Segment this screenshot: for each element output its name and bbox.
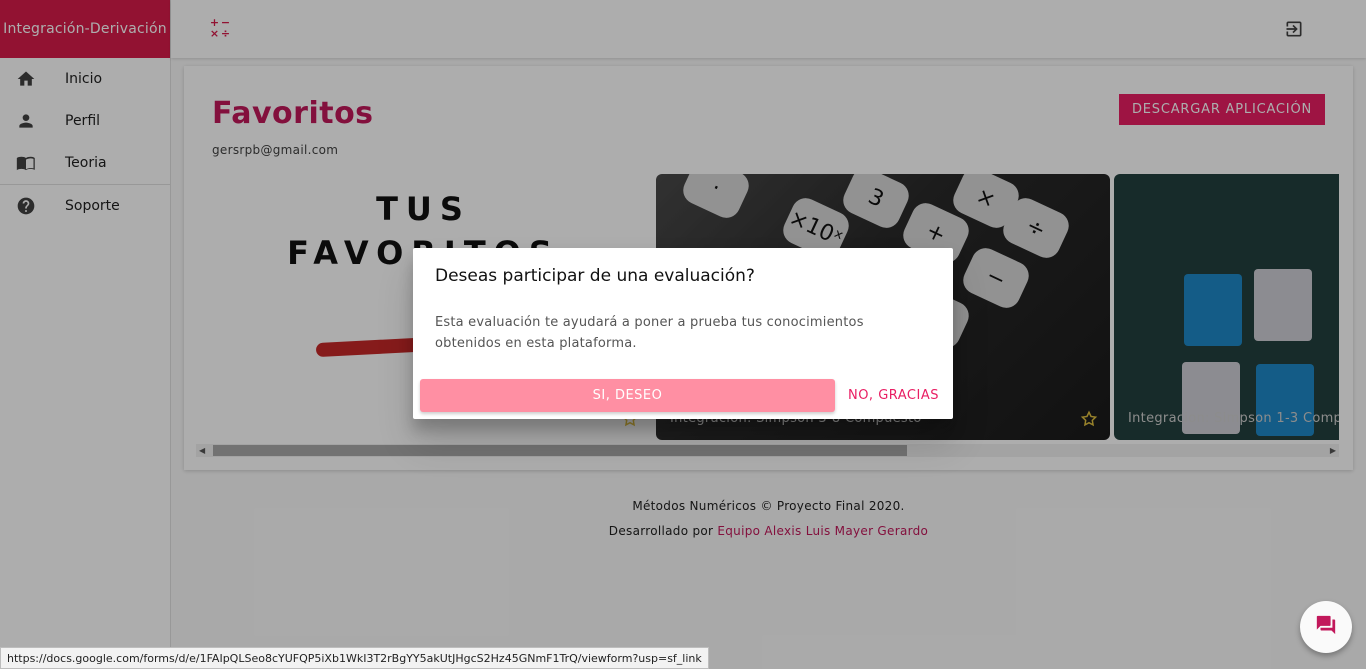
chat-button[interactable] [1300,601,1352,653]
evaluation-dialog: Deseas participar de una evaluación? Est… [413,248,953,419]
dialog-title: Deseas participar de una evaluación? [435,266,755,286]
status-link-preview: https://docs.google.com/forms/d/e/1FAIpQ… [0,647,709,669]
accept-evaluation-button[interactable]: SI, DESEO [420,379,835,412]
decline-evaluation-button[interactable]: NO, GRACIAS [848,379,939,412]
dialog-body: Esta evaluación te ayudará a poner a pru… [435,315,864,351]
chat-icon [1315,614,1337,640]
